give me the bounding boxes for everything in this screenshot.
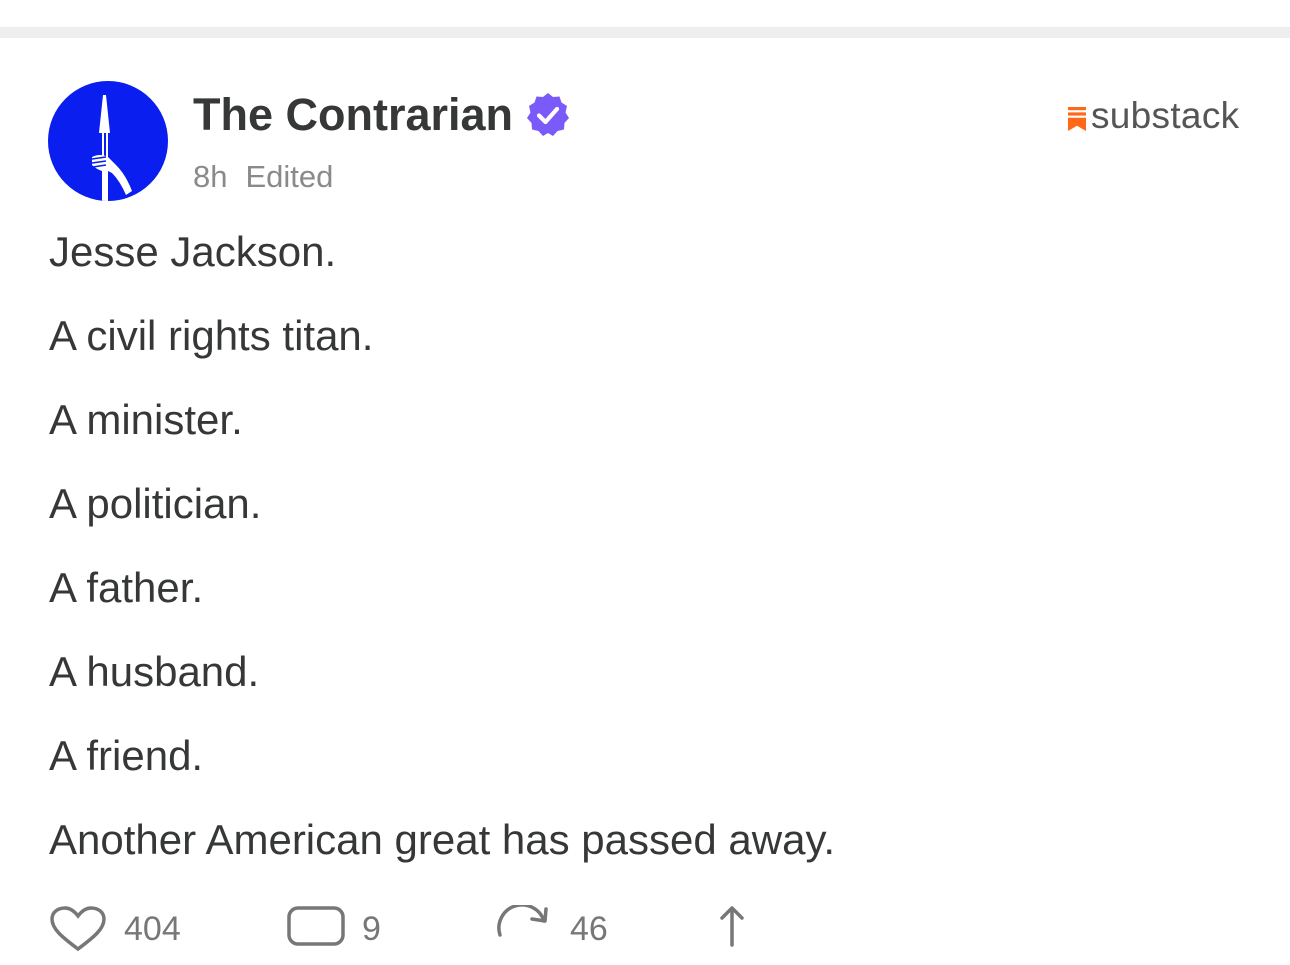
heart-icon (50, 906, 106, 952)
share-icon (720, 906, 744, 947)
edited-label: Edited (245, 159, 334, 194)
post-line: A friend. (49, 732, 204, 779)
restack-count: 46 (570, 910, 608, 948)
comment-icon (287, 906, 345, 946)
restack-icon (497, 905, 548, 937)
post-line: A father. (49, 564, 204, 611)
post-actions: 404 9 46 (48, 905, 808, 965)
post-line: A politician. (49, 480, 262, 527)
post-line: Jesse Jackson. (49, 228, 337, 275)
verified-badge-icon (527, 93, 569, 136)
substack-brand[interactable]: substack (1066, 94, 1239, 138)
substack-logo-icon (1068, 107, 1086, 131)
post-time: 8h (193, 159, 228, 194)
post-line: A husband. (49, 648, 260, 695)
post-line: A minister. (49, 396, 243, 443)
comment-button[interactable]: 9 (286, 905, 381, 955)
author-name[interactable]: The Contrarian (193, 89, 513, 141)
torch-logo-icon (91, 95, 132, 201)
like-count: 404 (124, 910, 181, 948)
comment-count: 9 (362, 910, 381, 948)
like-button[interactable]: 404 (48, 905, 181, 955)
share-button[interactable] (712, 905, 752, 955)
top-divider (0, 27, 1290, 38)
post-body: Jesse Jackson. A civil rights titan. A m… (49, 227, 835, 899)
post-line: A civil rights titan. (49, 312, 374, 359)
substack-wordmark: substack (1091, 95, 1240, 136)
post-meta: 8h Edited (193, 158, 333, 196)
author-avatar[interactable] (48, 81, 168, 201)
restack-button[interactable]: 46 (494, 905, 608, 955)
post-line: Another American great has passed away. (49, 816, 836, 863)
